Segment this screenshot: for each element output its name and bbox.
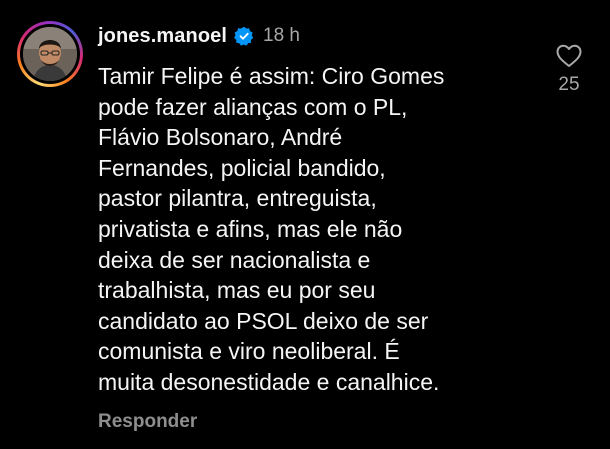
reply-button[interactable]: Responder: [98, 411, 197, 433]
heart-outline-icon[interactable]: [556, 44, 582, 68]
verified-badge-icon: [234, 26, 254, 46]
avatar-ring-gap: [20, 24, 80, 84]
avatar-photo: [23, 27, 77, 81]
comment-text: Tamir Felipe é assim: Ciro Gomes pode fa…: [98, 63, 445, 395]
avatar[interactable]: [23, 27, 77, 81]
comment-header: jones.manoel 18 h: [98, 22, 300, 50]
username-link[interactable]: jones.manoel: [98, 25, 227, 48]
like-control: 25: [550, 44, 588, 96]
comment-item: jones.manoel 18 h Tamir Felipe é assim: …: [0, 0, 610, 449]
comment-timestamp[interactable]: 18 h: [263, 25, 300, 47]
like-count[interactable]: 25: [550, 74, 588, 96]
avatar-story-ring[interactable]: [17, 21, 83, 87]
